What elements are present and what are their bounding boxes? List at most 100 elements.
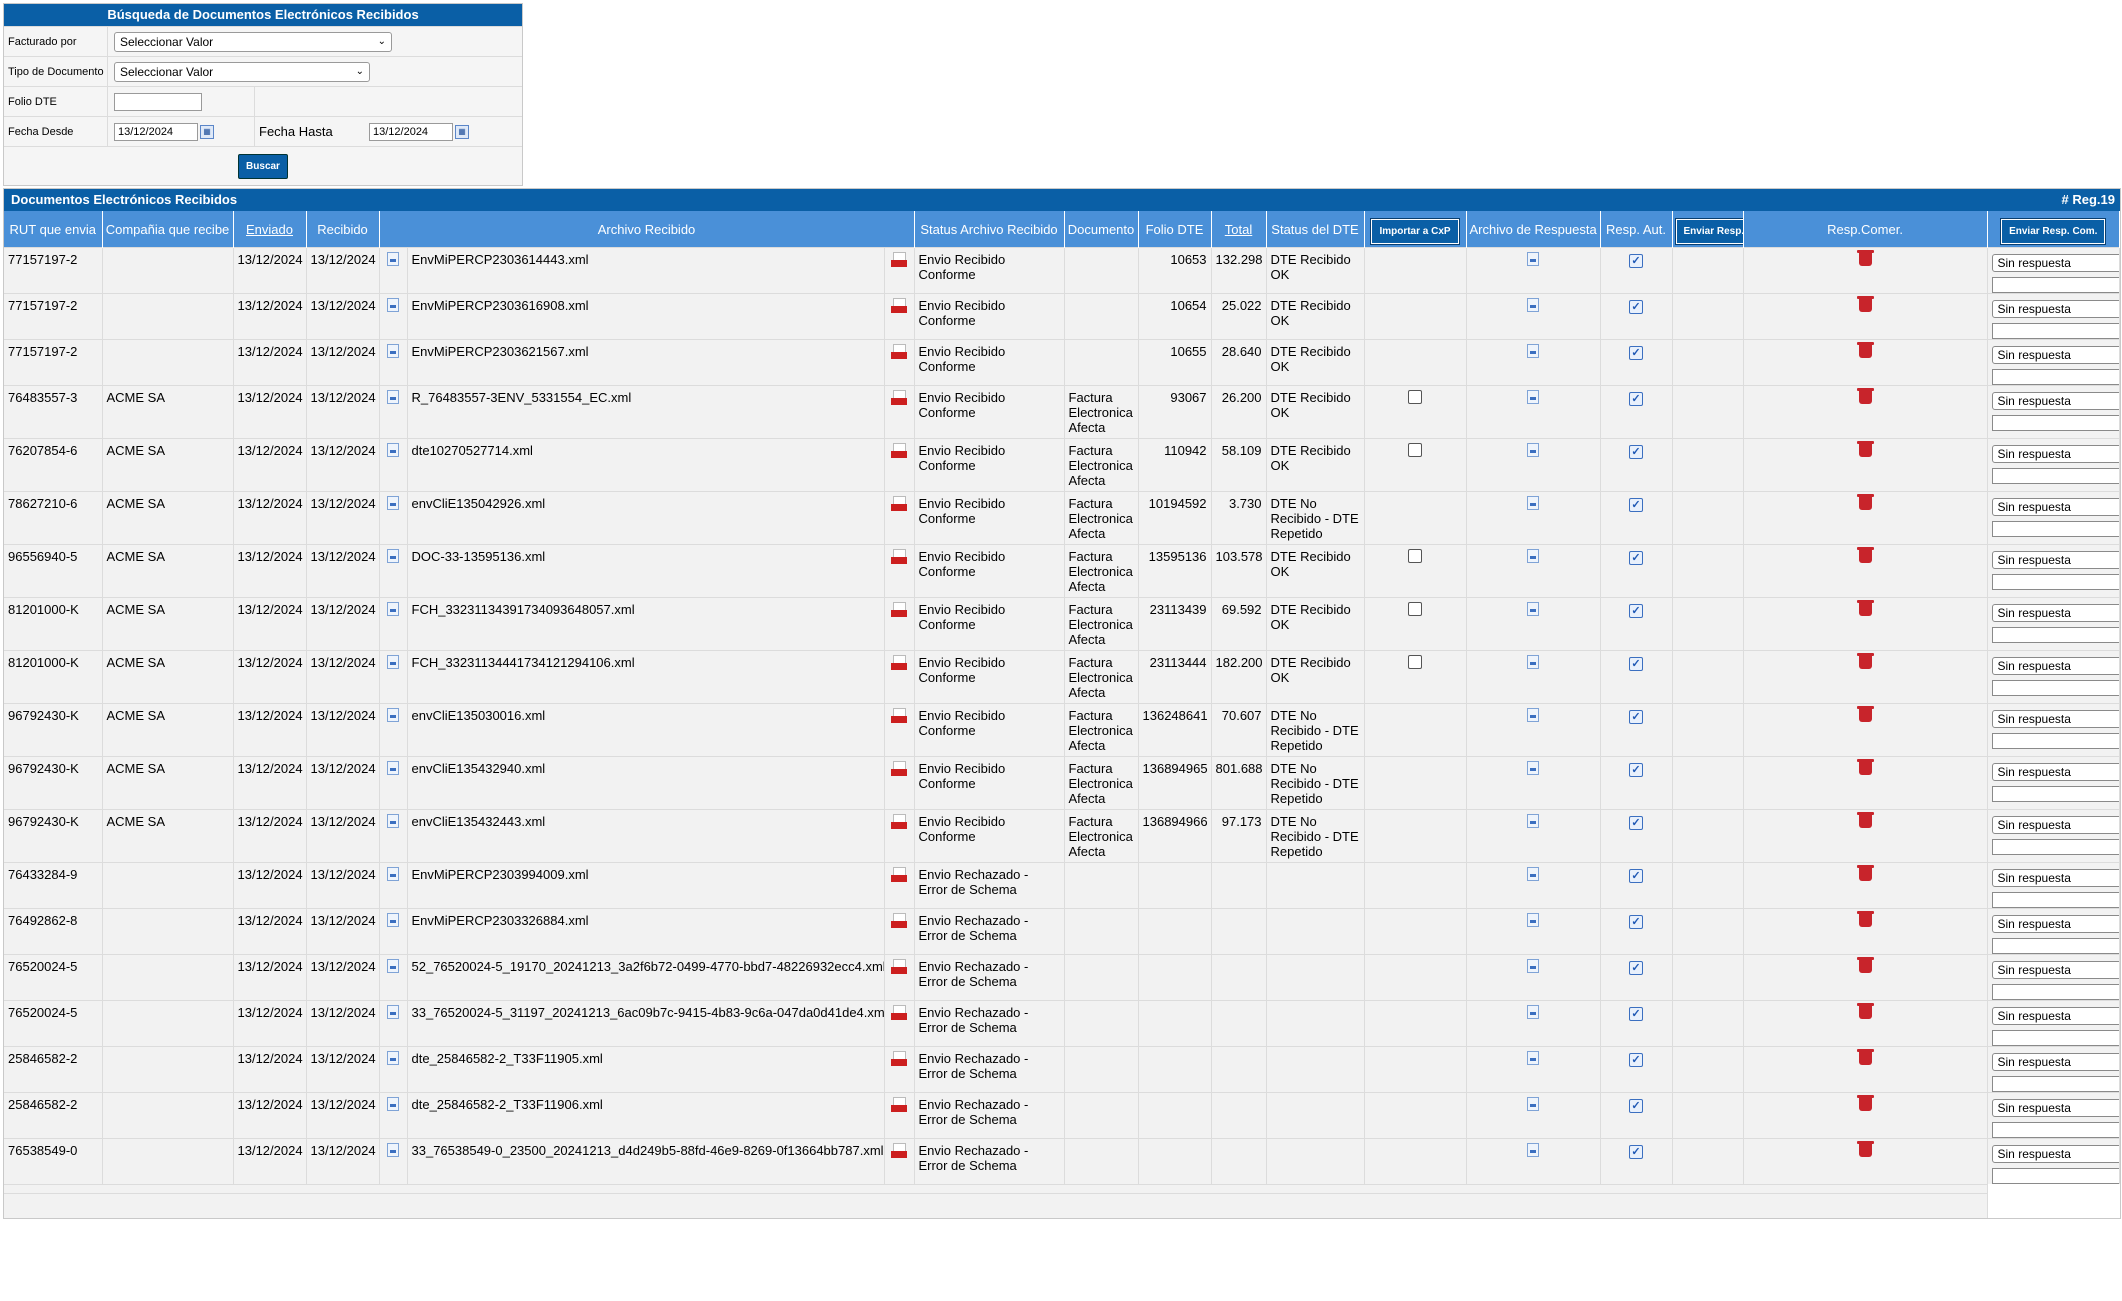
resp-comment-input[interactable] [1991,277,2119,293]
resp-select[interactable]: Sin respuesta⌄ [1991,392,2119,410]
check-icon[interactable]: ✓ [1629,445,1644,459]
response-file-icon[interactable] [1527,602,1540,616]
xml-file-icon[interactable] [387,867,399,881]
importar-checkbox[interactable] [1408,655,1423,669]
xml-file-icon[interactable] [387,549,399,563]
resp-comment-input[interactable] [1991,892,2119,908]
enviar-resp-aut-button[interactable]: Enviar Resp. Aut. [1674,217,1743,245]
check-icon[interactable]: ✓ [1629,604,1644,618]
response-file-icon[interactable] [1527,496,1540,510]
calendar-icon[interactable]: ▦ [455,124,469,139]
pdf-icon[interactable] [891,252,907,268]
resp-select[interactable]: Sin respuesta⌄ [1991,254,2119,272]
xml-file-icon[interactable] [387,344,399,358]
resp-comment-input[interactable] [1991,521,2119,537]
xml-file-icon[interactable] [387,1005,399,1019]
pdf-icon[interactable] [891,1005,907,1021]
check-icon[interactable]: ✓ [1629,915,1644,929]
pdf-icon[interactable] [891,390,907,406]
check-icon[interactable]: ✓ [1629,1007,1644,1021]
resp-select[interactable]: Sin respuesta⌄ [1991,1007,2119,1025]
xml-file-icon[interactable] [387,496,399,510]
response-file-icon[interactable] [1527,959,1540,973]
trash-icon[interactable] [1856,911,1874,927]
resp-comment-input[interactable] [1991,839,2119,855]
xml-file-icon[interactable] [387,1143,399,1157]
xml-file-icon[interactable] [387,959,399,973]
check-icon[interactable]: ✓ [1629,498,1644,512]
check-icon[interactable]: ✓ [1629,346,1644,360]
pdf-icon[interactable] [891,761,907,777]
pdf-icon[interactable] [891,708,907,724]
trash-icon[interactable] [1856,706,1874,722]
check-icon[interactable]: ✓ [1629,816,1644,830]
response-file-icon[interactable] [1527,549,1540,563]
trash-icon[interactable] [1856,1049,1874,1065]
pdf-icon[interactable] [891,298,907,314]
resp-comment-input[interactable] [1991,786,2119,802]
facturado-select[interactable]: Seleccionar Valor ⌄ [114,31,392,52]
resp-comment-input[interactable] [1991,1030,2119,1046]
xml-file-icon[interactable] [387,1051,399,1065]
xml-file-icon[interactable] [387,443,399,457]
xml-file-icon[interactable] [387,913,399,927]
xml-file-icon[interactable] [387,1097,399,1111]
xml-file-icon[interactable] [387,761,399,775]
xml-file-icon[interactable] [387,708,399,722]
response-file-icon[interactable] [1527,761,1540,775]
response-file-icon[interactable] [1527,443,1540,457]
pdf-icon[interactable] [891,1051,907,1067]
check-icon[interactable]: ✓ [1629,710,1644,724]
importar-checkbox[interactable] [1408,390,1423,404]
desde-input[interactable]: 13/12/2024 [114,122,198,141]
pdf-icon[interactable] [891,602,907,618]
resp-select[interactable]: Sin respuesta⌄ [1991,657,2119,675]
trash-icon[interactable] [1856,865,1874,881]
pdf-icon[interactable] [891,1143,907,1159]
resp-comment-input[interactable] [1991,984,2119,1000]
tipo-select[interactable]: Seleccionar Valor ⌄ [114,61,370,82]
check-icon[interactable]: ✓ [1629,1145,1644,1159]
resp-select[interactable]: Sin respuesta⌄ [1991,1099,2119,1117]
check-icon[interactable]: ✓ [1629,657,1644,671]
resp-comment-input[interactable] [1991,627,2119,643]
response-file-icon[interactable] [1527,1143,1540,1157]
trash-icon[interactable] [1856,1003,1874,1019]
trash-icon[interactable] [1856,812,1874,828]
pdf-icon[interactable] [891,496,907,512]
resp-select[interactable]: Sin respuesta⌄ [1991,445,2119,463]
response-file-icon[interactable] [1527,1005,1540,1019]
resp-select[interactable]: Sin respuesta⌄ [1991,551,2119,569]
folio-input[interactable] [114,92,202,111]
resp-select[interactable]: Sin respuesta⌄ [1991,1145,2119,1163]
xml-file-icon[interactable] [387,390,399,404]
check-icon[interactable]: ✓ [1629,763,1644,777]
resp-select[interactable]: Sin respuesta⌄ [1991,710,2119,728]
response-file-icon[interactable] [1527,344,1540,358]
check-icon[interactable]: ✓ [1629,869,1644,883]
check-icon[interactable]: ✓ [1629,551,1644,565]
trash-icon[interactable] [1856,388,1874,404]
pdf-icon[interactable] [891,549,907,565]
pdf-icon[interactable] [891,655,907,671]
resp-comment-input[interactable] [1991,680,2119,696]
xml-file-icon[interactable] [387,655,399,669]
calendar-icon[interactable]: ▦ [200,124,214,139]
resp-comment-input[interactable] [1991,1076,2119,1092]
pdf-icon[interactable] [891,913,907,929]
resp-select[interactable]: Sin respuesta⌄ [1991,869,2119,887]
buscar-button[interactable]: Buscar [238,153,288,179]
resp-comment-input[interactable] [1991,1168,2119,1184]
check-icon[interactable]: ✓ [1629,961,1644,975]
check-icon[interactable]: ✓ [1629,1053,1644,1067]
resp-select[interactable]: Sin respuesta⌄ [1991,498,2119,516]
pdf-icon[interactable] [891,344,907,360]
check-icon[interactable]: ✓ [1629,300,1644,314]
importar-checkbox[interactable] [1408,443,1423,457]
resp-comment-input[interactable] [1991,733,2119,749]
trash-icon[interactable] [1856,653,1874,669]
trash-icon[interactable] [1856,957,1874,973]
response-file-icon[interactable] [1527,298,1540,312]
xml-file-icon[interactable] [387,298,399,312]
importar-cxp-button[interactable]: Importar a CxP [1370,217,1460,245]
